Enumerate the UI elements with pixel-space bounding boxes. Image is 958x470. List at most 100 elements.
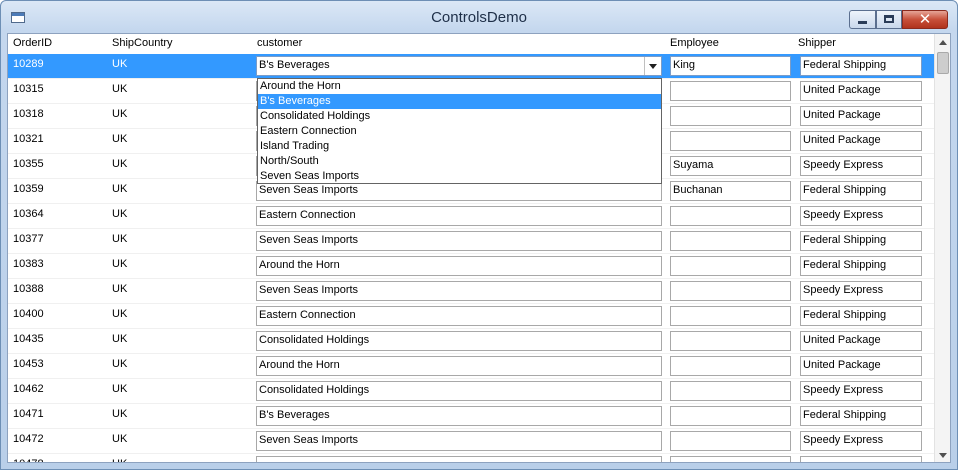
employee-field[interactable]	[670, 81, 791, 101]
scroll-down-arrow-icon[interactable]	[935, 447, 950, 462]
shipper-field[interactable]: Federal Shipping	[800, 406, 922, 426]
shipper-field[interactable]: Speedy Express	[800, 431, 922, 451]
table-row[interactable]: 10388 UK Seven Seas Imports Speedy Express	[8, 279, 934, 304]
employee-field[interactable]	[670, 231, 791, 251]
table-row[interactable]: 10383 UK Around the Horn Federal Shipping	[8, 254, 934, 279]
table-row[interactable]: 10462 UK Consolidated Holdings Speedy Expre…	[8, 379, 934, 404]
scrollbar-thumb[interactable]	[937, 52, 949, 74]
employee-field[interactable]	[670, 406, 791, 426]
dropdown-option[interactable]: Island Trading	[258, 139, 661, 154]
column-header-employee[interactable]: Employee	[670, 37, 719, 49]
column-header-orderid[interactable]: OrderID	[13, 37, 52, 49]
customer-field[interactable]: Consolidated Holdings	[256, 381, 662, 401]
ship-country-cell: UK	[112, 233, 128, 245]
customer-field[interactable]: Seven Seas Imports	[256, 231, 662, 251]
table-row[interactable]: 10289 UK B's Beverages King Federal Shipping	[8, 54, 934, 79]
minimize-button[interactable]	[849, 10, 876, 29]
ship-country-cell: UK	[112, 333, 128, 345]
customer-field[interactable]: Seven Seas Imports	[256, 181, 662, 201]
customer-field[interactable]: Around the Horn	[256, 356, 662, 376]
shipper-field[interactable]: United Package	[800, 81, 922, 101]
customer-dropdown-list[interactable]: Around the Horn B's Beverages Consolidated…	[257, 78, 662, 184]
employee-field[interactable]	[670, 131, 791, 151]
scroll-up-arrow-icon[interactable]	[935, 34, 950, 51]
table-row[interactable]: 10377 UK Seven Seas Imports Federal Shippin…	[8, 229, 934, 254]
dropdown-option[interactable]: Seven Seas Imports	[258, 169, 661, 184]
customer-field[interactable]: Eastern Connection	[256, 206, 662, 226]
employee-field[interactable]	[670, 256, 791, 276]
order-id-cell: 10364	[13, 208, 44, 220]
employee-field[interactable]	[670, 356, 791, 376]
shipper-field[interactable]: United Package	[800, 106, 922, 126]
customer-field[interactable]: Eastern Connection	[256, 306, 662, 326]
column-header-shipper[interactable]: Shipper	[798, 37, 836, 49]
employee-field[interactable]: Suyama	[670, 156, 791, 176]
order-id-cell: 10355	[13, 158, 44, 170]
shipper-field[interactable]: Speedy Express	[800, 281, 922, 301]
shipper-field[interactable]: Federal Shipping	[800, 306, 922, 326]
dropdown-option[interactable]: Around the Horn	[258, 79, 661, 94]
customer-field[interactable]: Around the Horn	[256, 256, 662, 276]
shipper-field[interactable]: Federal Shipping	[800, 256, 922, 276]
maximize-button[interactable]	[876, 10, 902, 29]
maximize-icon	[884, 15, 894, 23]
ship-country-cell: UK	[112, 83, 128, 95]
dropdown-option[interactable]: Consolidated Holdings	[258, 109, 661, 124]
dropdown-option[interactable]: North/South	[258, 154, 661, 169]
table-row[interactable]: 10400 UK Eastern Connection Federal Shippin…	[8, 304, 934, 329]
employee-field[interactable]	[670, 206, 791, 226]
title-bar[interactable]: ControlsDemo ✕	[1, 1, 957, 33]
shipper-field[interactable]	[800, 456, 922, 462]
shipper-field[interactable]: Federal Shipping	[800, 231, 922, 251]
ship-country-cell: UK	[112, 183, 128, 195]
customer-field[interactable]	[256, 456, 662, 462]
shipper-field[interactable]: Federal Shipping	[800, 181, 922, 201]
customer-field[interactable]: B's Beverages	[256, 406, 662, 426]
ship-country-cell: UK	[112, 258, 128, 270]
shipper-field[interactable]: United Package	[800, 331, 922, 351]
ship-country-cell: UK	[112, 433, 128, 445]
shipper-field[interactable]: United Package	[800, 356, 922, 376]
chevron-down-icon[interactable]	[644, 57, 661, 75]
column-header-customer[interactable]: customer	[257, 37, 302, 49]
employee-field[interactable]	[670, 431, 791, 451]
employee-field[interactable]: King	[670, 56, 791, 76]
employee-field[interactable]: Buchanan	[670, 181, 791, 201]
employee-field[interactable]	[670, 281, 791, 301]
dropdown-option[interactable]: B's Beverages	[258, 94, 661, 109]
table-row[interactable]: 10472 UK Seven Seas Imports Speedy Express	[8, 429, 934, 454]
customer-field[interactable]: Seven Seas Imports	[256, 281, 662, 301]
close-button[interactable]: ✕	[902, 10, 948, 29]
customer-combobox[interactable]: B's Beverages	[256, 56, 662, 76]
table-row[interactable]: 10364 UK Eastern Connection Speedy Express	[8, 204, 934, 229]
order-id-cell: 10289	[13, 58, 44, 70]
customer-field[interactable]: Seven Seas Imports	[256, 431, 662, 451]
order-id-cell: 10383	[13, 258, 44, 270]
shipper-field[interactable]: Speedy Express	[800, 381, 922, 401]
order-id-cell: 10478	[13, 458, 44, 462]
employee-field[interactable]	[670, 331, 791, 351]
table-row[interactable]: 10471 UK B's Beverages Federal Shipping	[8, 404, 934, 429]
order-id-cell: 10321	[13, 133, 44, 145]
order-id-cell: 10472	[13, 433, 44, 445]
ship-country-cell: UK	[112, 283, 128, 295]
dropdown-option[interactable]: Eastern Connection	[258, 124, 661, 139]
customer-field[interactable]: Consolidated Holdings	[256, 331, 662, 351]
vertical-scrollbar[interactable]	[934, 34, 950, 462]
employee-field[interactable]	[670, 381, 791, 401]
table-row[interactable]: 10453 UK Around the Horn United Package	[8, 354, 934, 379]
employee-field[interactable]	[670, 456, 791, 462]
ship-country-cell: UK	[112, 158, 128, 170]
shipper-field[interactable]: United Package	[800, 131, 922, 151]
shipper-field[interactable]: Federal Shipping	[800, 56, 922, 76]
table-row[interactable]: 10478 UK	[8, 454, 934, 462]
ship-country-cell: UK	[112, 383, 128, 395]
shipper-field[interactable]: Speedy Express	[800, 206, 922, 226]
table-row[interactable]: 10435 UK Consolidated Holdings United Packa…	[8, 329, 934, 354]
employee-field[interactable]	[670, 306, 791, 326]
order-id-cell: 10388	[13, 283, 44, 295]
employee-field[interactable]	[670, 106, 791, 126]
column-header-shipcountry[interactable]: ShipCountry	[112, 37, 173, 49]
ship-country-cell: UK	[112, 133, 128, 145]
shipper-field[interactable]: Speedy Express	[800, 156, 922, 176]
